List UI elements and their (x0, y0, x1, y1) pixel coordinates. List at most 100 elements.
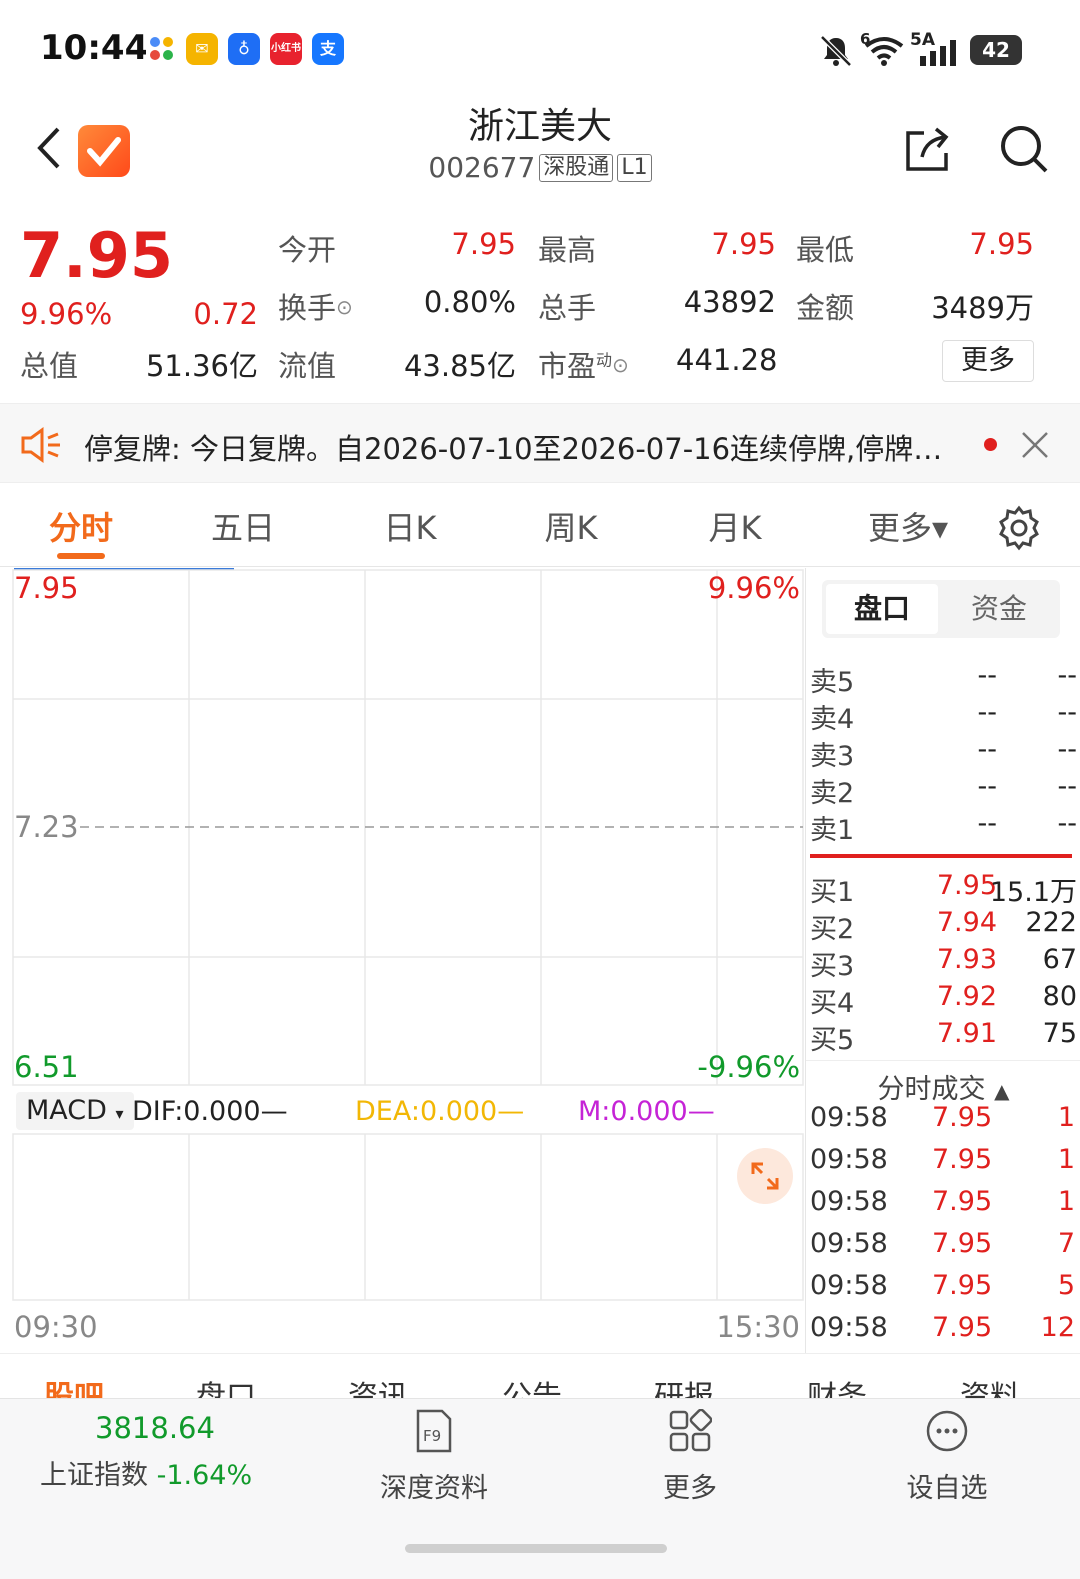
trade-row: 09:58 7.95 5 (810, 1270, 1075, 1301)
info-tab-forum[interactable]: 股吧 (44, 1372, 104, 1398)
gear-icon[interactable] (996, 505, 1042, 551)
macd-dif: DIF:0.000— (132, 1096, 288, 1127)
info-tab-orderbook[interactable]: 盘口 (196, 1372, 256, 1398)
bottom-bar: 3818.64 上证指数 -1.64% F9 深度资料 更多 设自选 (0, 1398, 1080, 1579)
stat-value-low: 7.95 (969, 227, 1034, 261)
info-tab-announcements[interactable]: 公告 (502, 1372, 562, 1398)
sell-row: 卖3 -- -- (810, 734, 1077, 772)
deep-data-button[interactable]: F9 深度资料 (372, 1409, 496, 1505)
tag-shenguotong: 深股通 (539, 154, 614, 182)
grid-more-icon (669, 1408, 713, 1452)
stat-label-pe[interactable]: 市盈动⊙ (538, 343, 629, 385)
macd-m: M:0.000— (578, 1096, 715, 1127)
axis-price-low: 6.51 (14, 1050, 79, 1084)
tab-more[interactable]: 更多▾ (848, 503, 968, 549)
index-name: 上证指数 (40, 1460, 148, 1491)
change-percent: 9.96% (20, 297, 113, 331)
info-tab-finance[interactable]: 财务 (807, 1372, 867, 1398)
share-icon[interactable] (902, 125, 952, 175)
trades-header[interactable]: 分时成交 ▲ (806, 1060, 1080, 1105)
mute-icon (820, 35, 852, 67)
order-book-panel: 盘口 资金 卖5 -- -- 卖4 -- -- 卖3 -- -- 卖2 -- -- 卖1 -- --… (805, 568, 1080, 1353)
info-icon[interactable]: ⊙ (336, 295, 353, 319)
info-tab-profile[interactable]: 资料 (960, 1372, 1020, 1398)
tab-five-day[interactable]: 五日 (183, 503, 303, 549)
f9-document-icon: F9 (416, 1409, 452, 1453)
stat-label-total-cap: 总值 (20, 349, 79, 383)
buy-row: 买1 7.95 15.1万 (810, 870, 1077, 908)
search-icon[interactable] (998, 123, 1050, 175)
axis-price-high: 7.95 (14, 571, 79, 605)
chart-grid (12, 568, 804, 1301)
tab-monthly-k[interactable]: 月K (675, 503, 795, 549)
stat-value-volume: 43892 (683, 285, 776, 319)
stat-label-low: 最低 (796, 233, 855, 267)
home-indicator[interactable] (405, 1544, 667, 1553)
intraday-chart[interactable]: 7.95 9.96% 7.23 6.51 -9.96% MACD ▾ DIF:0… (0, 568, 805, 1353)
change-amount: 0.72 (193, 297, 258, 331)
more-stats-button[interactable]: 更多 (942, 340, 1034, 382)
notice-bar[interactable]: 停复牌: 今日复牌。自2026-07-10至2026-07-16连续停牌,停牌… (0, 403, 1080, 483)
stat-label-amount: 金额 (796, 291, 855, 325)
trade-row: 09:58 7.95 1 (810, 1186, 1075, 1217)
bulb-app-icon: ♁ (228, 33, 260, 65)
status-time: 10:44 (40, 28, 149, 68)
dropdown-icon: ▾ (115, 1104, 124, 1123)
axis-pct-low: -9.96% (697, 1050, 800, 1084)
index-ticker[interactable]: 3818.64 上证指数 -1.64% (40, 1411, 270, 1492)
app-notification-icon (146, 33, 178, 65)
alipay-app-icon: 支 (312, 33, 344, 65)
seg-tab-orderbook[interactable]: 盘口 (826, 584, 938, 634)
tab-weekly-k[interactable]: 周K (511, 503, 631, 549)
stat-value-turnover: 0.80% (423, 285, 516, 319)
more-button[interactable]: 更多 (640, 1408, 740, 1505)
orderbook-divider (810, 854, 1072, 858)
status-bar: 10:44 ✉ ♁ 小红书 支 6 5A 42 (0, 0, 1080, 100)
tag-level1: L1 (617, 154, 652, 182)
wifi-icon (864, 37, 904, 66)
stat-label-volume: 总手 (538, 291, 597, 325)
mail-app-icon: ✉ (186, 33, 218, 65)
seg-tab-funds[interactable]: 资金 (942, 584, 1056, 634)
expand-chart-button[interactable] (737, 1148, 793, 1204)
tab-intraday[interactable]: 分时 (21, 503, 141, 549)
speaker-icon (21, 427, 60, 463)
ellipsis-circle-icon (926, 1410, 968, 1452)
stat-label-turnover[interactable]: 换手⊙ (278, 285, 353, 327)
index-change: -1.64% (156, 1460, 253, 1491)
buy-row: 买2 7.94 222 (810, 907, 1077, 945)
add-watchlist-label: 设自选 (906, 1473, 988, 1504)
info-tab-reports[interactable]: 研报 (654, 1372, 714, 1398)
macd-legend: MACD ▾ DIF:0.000— DEA:0.000— M:0.000— (12, 1088, 802, 1134)
buy-row: 买3 7.93 67 (810, 944, 1077, 982)
info-tabs: 股吧 盘口 资讯 公告 研报 财务 资料 (0, 1353, 1080, 1398)
stat-value-pe: 441.28 (676, 343, 778, 377)
xiaohongshu-app-icon: 小红书 (270, 33, 302, 65)
stat-value-high: 7.95 (711, 227, 776, 261)
info-tab-news[interactable]: 资讯 (348, 1372, 408, 1398)
panel-segment: 盘口 资金 (822, 580, 1060, 638)
buy-row: 买5 7.91 75 (810, 1018, 1077, 1056)
tab-underline (57, 553, 105, 559)
close-icon[interactable] (1020, 430, 1050, 460)
expand-icon (751, 1162, 779, 1190)
info-icon[interactable]: ⊙ (612, 353, 629, 377)
sell-row: 卖5 -- -- (810, 660, 1077, 698)
trade-row: 09:58 7.95 1 (810, 1144, 1075, 1175)
stat-label-open: 今开 (278, 233, 337, 267)
tab-daily-k[interactable]: 日K (350, 503, 470, 549)
add-watchlist-button[interactable]: 设自选 (892, 1409, 1002, 1505)
stat-value-total-cap: 51.36亿 (145, 349, 258, 383)
more-label: 更多 (663, 1473, 717, 1504)
axis-time-end: 15:30 (716, 1310, 800, 1344)
axis-pct-high: 9.96% (707, 571, 800, 605)
chart-tabs: 分时 五日 日K 周K 月K 更多▾ (0, 485, 1080, 567)
trade-row: 09:58 7.95 12 (810, 1312, 1075, 1343)
stock-code: 002677 (428, 151, 536, 184)
deep-data-label: 深度资料 (380, 1473, 488, 1504)
trade-row: 09:58 7.95 1 (810, 1102, 1075, 1133)
buy-row: 买4 7.92 80 (810, 981, 1077, 1019)
indicator-select[interactable]: MACD ▾ (16, 1092, 134, 1130)
sell-row: 卖1 -- -- (810, 808, 1077, 846)
notice-text[interactable]: 停复牌: 今日复牌。自2026-07-10至2026-07-16连续停牌,停牌… (84, 426, 942, 468)
